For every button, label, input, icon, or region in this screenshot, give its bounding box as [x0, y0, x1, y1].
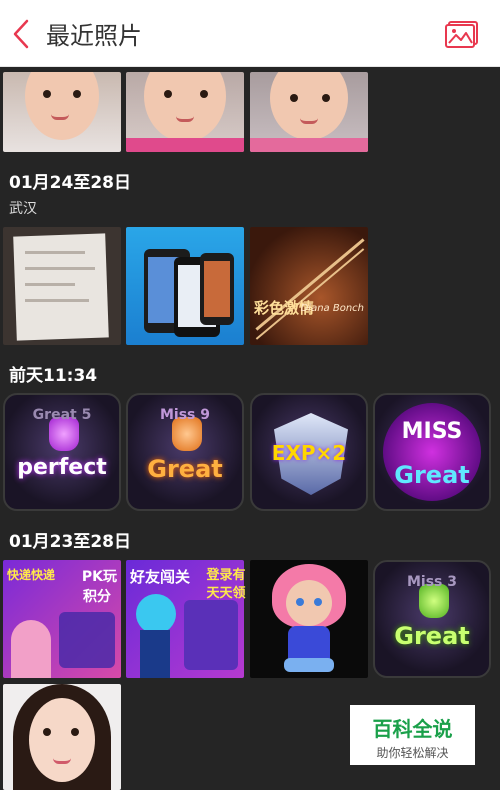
photo-thumbnail[interactable]: 快递快递 PK玩 积分 — [3, 560, 121, 678]
photo-thumbnail[interactable] — [250, 560, 368, 678]
tile-top-text: Miss 3 — [406, 574, 457, 590]
violin-subtitle: Diana Bonch — [300, 303, 364, 314]
tile-text: 天天领 — [206, 586, 246, 601]
tile-main-text: Great — [147, 455, 223, 483]
tile-top-text: Great 5 — [32, 407, 92, 423]
section-date-heading: 前天11:34 — [9, 366, 98, 386]
photo-thumbnail[interactable] — [3, 72, 121, 152]
photo-thumbnail[interactable] — [126, 227, 244, 345]
tile-top-text: MISS — [401, 419, 463, 444]
section-date-heading: 01月24至28日 — [9, 173, 131, 193]
tile-top-text: Miss 9 — [159, 407, 210, 423]
photo-thumbnail[interactable]: Miss 3 Great — [373, 560, 491, 678]
photo-thumbnail[interactable]: EXP×2 — [250, 393, 368, 511]
watermark-logo: 百科全说 助你轻松解决 — [350, 705, 475, 765]
tile-main-text: EXP×2 — [271, 441, 347, 465]
back-button[interactable] — [6, 14, 36, 54]
tile-text: 积分 — [83, 589, 111, 605]
photo-thumbnail[interactable] — [250, 72, 368, 152]
watermark-title: 百科全说 — [372, 717, 453, 741]
watermark-subtitle: 助你轻松解决 — [376, 746, 449, 760]
photo-thumbnail[interactable]: MISS Great — [373, 393, 491, 511]
page-title: 最近照片 — [46, 22, 142, 50]
photo-thumbnail[interactable]: Miss 9 Great — [126, 393, 244, 511]
section-location: 武汉 — [9, 201, 37, 217]
image-gallery-icon — [445, 21, 478, 48]
photo-thumbnail[interactable]: 彩色激情 Diana Bonch — [250, 227, 368, 345]
tile-text: 登录有 — [206, 568, 246, 583]
section-date-heading: 01月23至28日 — [9, 532, 131, 552]
chevron-left-icon — [13, 19, 29, 49]
gallery-button[interactable] — [442, 16, 482, 52]
photo-thumbnail[interactable]: Great 5 perfect — [3, 393, 121, 511]
tile-text: PK玩 — [81, 569, 117, 585]
photo-thumbnail[interactable] — [3, 227, 121, 345]
top-app-bar: 最近照片 — [0, 0, 500, 67]
tile-main-text: Great — [394, 461, 470, 489]
tile-main-text: Great — [394, 622, 470, 650]
photo-thumbnail[interactable] — [126, 72, 244, 152]
tile-main-text: perfect — [17, 455, 107, 480]
photo-thumbnail[interactable] — [3, 684, 121, 790]
